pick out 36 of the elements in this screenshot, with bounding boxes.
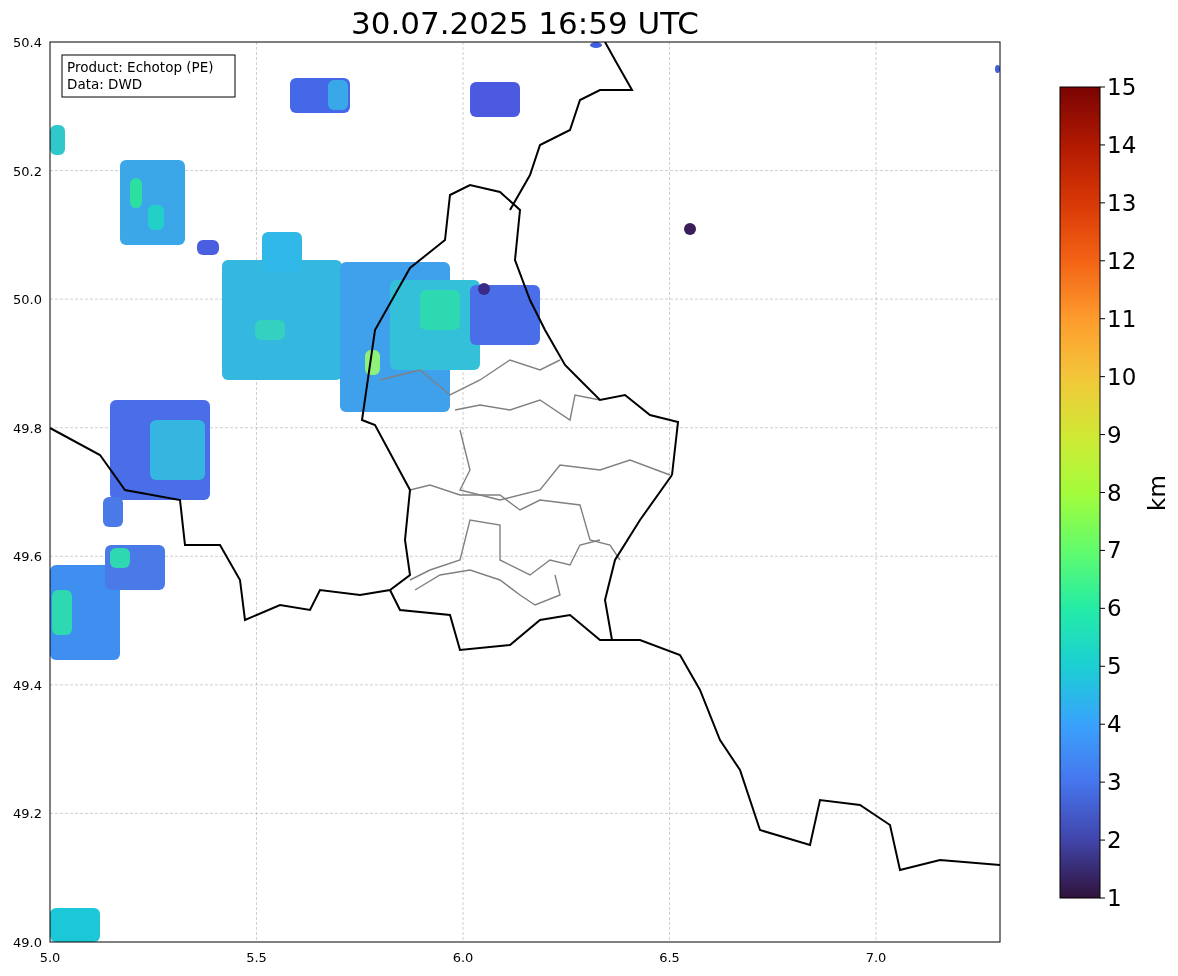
- y-tick-label: 50.2: [13, 163, 42, 179]
- info-text: Product: Echotop (PE): [67, 59, 214, 75]
- colorbar-tick-label: 7: [1107, 537, 1122, 564]
- y-tick-label: 49.4: [13, 677, 42, 693]
- colorbar-label: km: [1144, 475, 1170, 511]
- colorbar-tick-label: 2: [1107, 827, 1122, 854]
- colorbar-tick-label: 4: [1107, 711, 1122, 738]
- colorbar-tick-label: 5: [1107, 653, 1122, 680]
- info-text: Data: DWD: [67, 76, 143, 92]
- y-tick-label: 49.2: [13, 806, 42, 822]
- colorbar-tick-label: 6: [1107, 595, 1122, 622]
- x-tick-label: 5.0: [39, 950, 61, 965]
- x-tick-label: 5.5: [246, 950, 267, 965]
- plot-title: 30.07.2025 16:59 UTC: [351, 5, 699, 41]
- radar-echo: [995, 65, 1000, 73]
- colorbar-tick-label: 11: [1107, 305, 1137, 332]
- colorbar-tick-label: 9: [1107, 421, 1122, 448]
- colorbar-tick-label: 8: [1107, 479, 1122, 506]
- colorbar-tick-label: 12: [1107, 247, 1137, 274]
- x-tick-label: 7.0: [865, 950, 887, 965]
- y-tick-label: 49.6: [13, 549, 42, 565]
- y-tick-label: 50.4: [13, 35, 42, 50]
- radar-echo: [590, 42, 602, 48]
- y-tick-label: 50.0: [13, 292, 42, 308]
- y-tick-label: 49.0: [13, 935, 42, 950]
- y-tick-label: 49.8: [13, 420, 42, 436]
- colorbar-tick-label: 14: [1107, 131, 1137, 158]
- colorbar-tick-label: 10: [1107, 363, 1137, 390]
- colorbar-tick-label: 3: [1107, 769, 1122, 796]
- colorbar-tick-label: 13: [1107, 189, 1137, 216]
- colorbar-tick-label: 1: [1107, 885, 1122, 911]
- radar-echo: [50, 908, 100, 942]
- x-tick-label: 6.0: [452, 950, 474, 965]
- x-tick-label: 6.5: [659, 950, 680, 965]
- radar-echo: [470, 82, 520, 117]
- colorbar-tick-label: 15: [1107, 74, 1137, 100]
